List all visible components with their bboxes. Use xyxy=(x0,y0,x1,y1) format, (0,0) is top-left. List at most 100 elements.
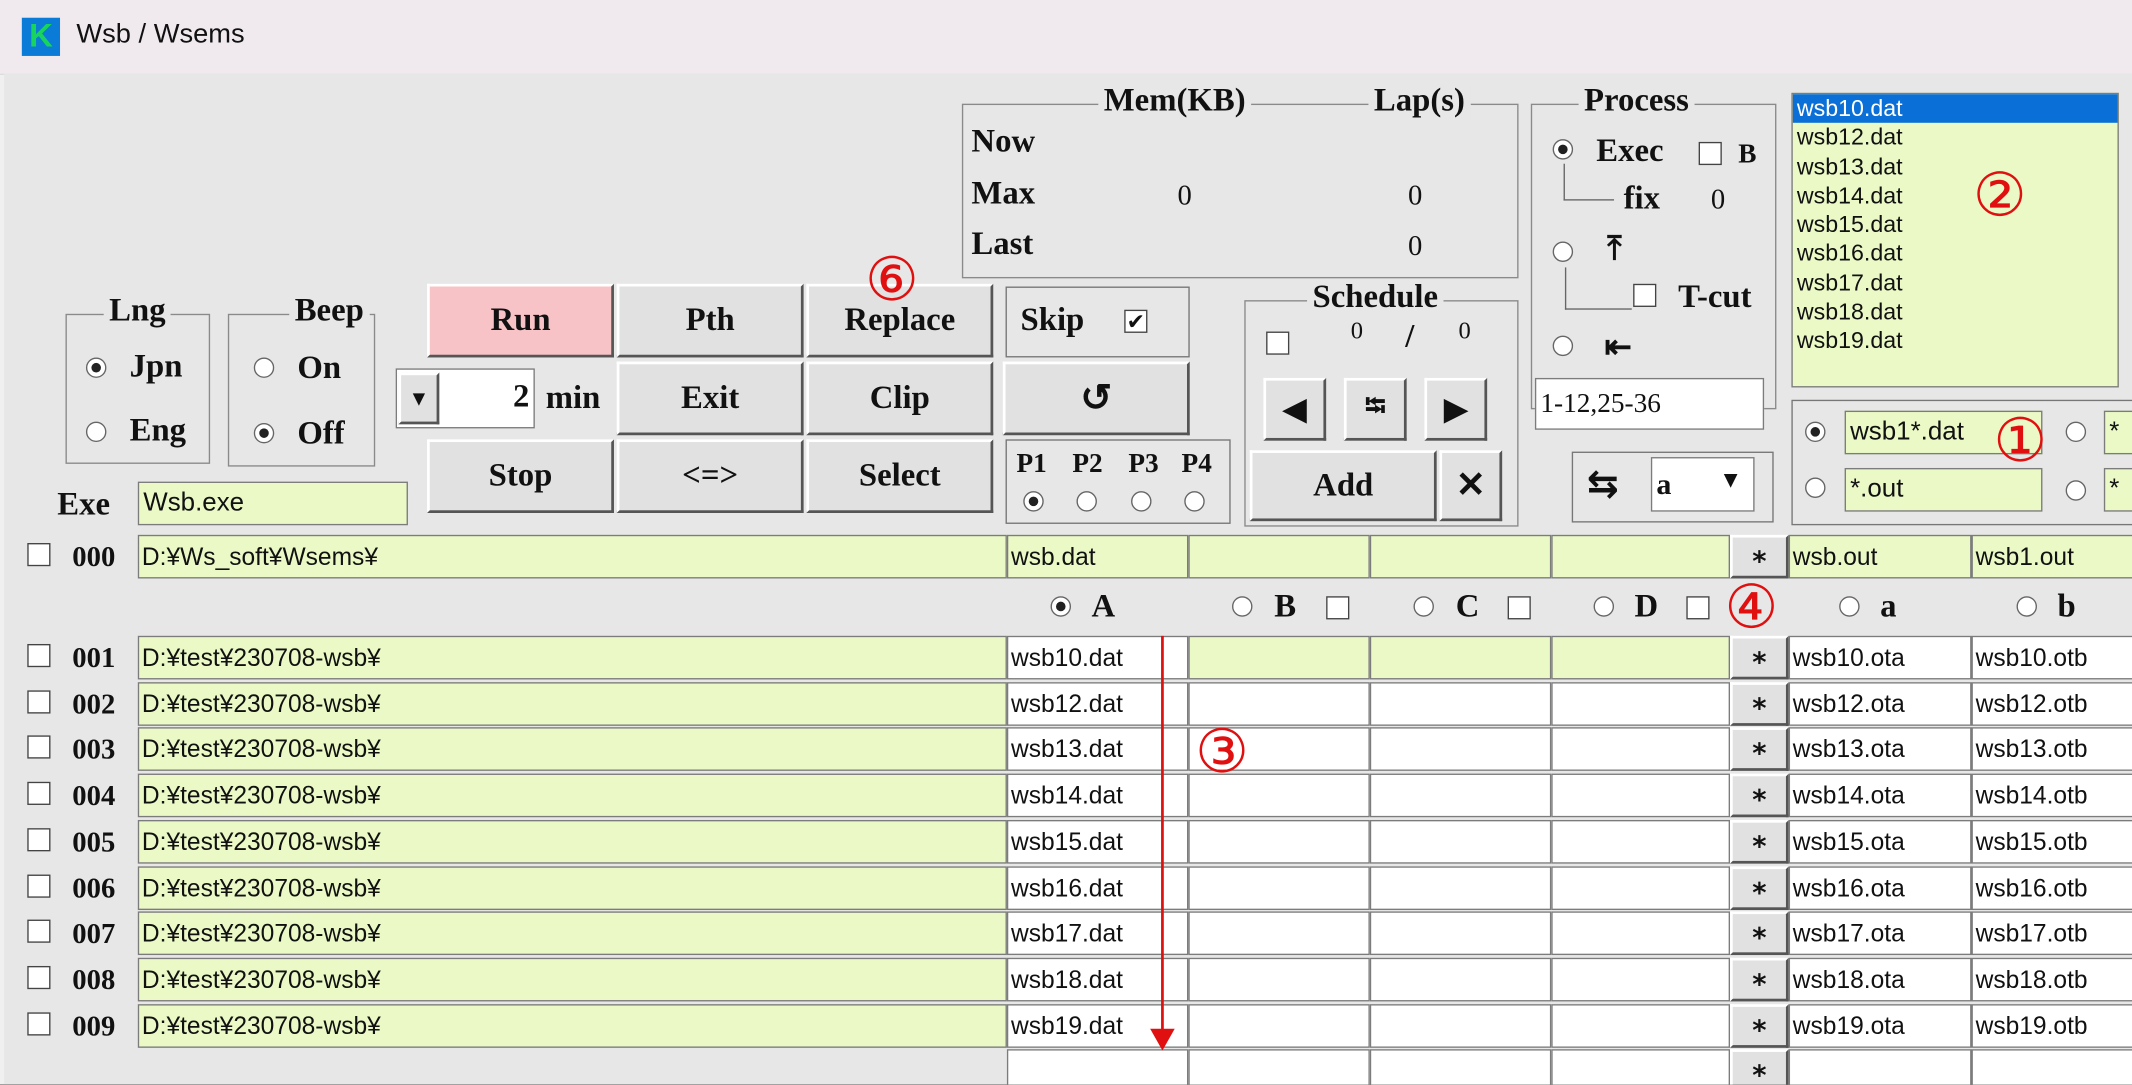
row-path[interactable]: D:¥test¥230708-wsb¥ xyxy=(137,773,1007,818)
clip-button[interactable]: Clip xyxy=(806,361,994,436)
row-otb[interactable]: wsb19.otb xyxy=(1971,1003,2132,1048)
row-checkbox[interactable] xyxy=(27,873,51,898)
row-path[interactable]: D:¥test¥230708-wsb¥ xyxy=(137,635,1007,680)
col-c-radio[interactable] xyxy=(1413,596,1434,617)
filter1b-radio[interactable] xyxy=(2065,421,2087,443)
row-ota[interactable]: wsb10.ota xyxy=(1788,635,1972,680)
empty-row-c[interactable] xyxy=(1369,1049,1552,1085)
row000-d[interactable] xyxy=(1551,534,1731,579)
row-checkbox[interactable] xyxy=(27,1011,51,1035)
row-col-d[interactable] xyxy=(1551,681,1731,726)
row000-b[interactable] xyxy=(1188,534,1370,579)
row-star-button[interactable]: * xyxy=(1730,727,1789,772)
select-button[interactable]: Select xyxy=(806,439,994,513)
refresh-button[interactable]: ↺ xyxy=(1002,361,1190,436)
row-col-d[interactable] xyxy=(1551,911,1731,956)
row-checkbox[interactable] xyxy=(27,643,51,668)
row000-star-button[interactable]: * xyxy=(1730,534,1789,579)
row-path[interactable]: D:¥test¥230708-wsb¥ xyxy=(137,865,1007,910)
col-a-radio[interactable] xyxy=(1050,596,1072,617)
file-list-item[interactable]: wsb18.dat xyxy=(1793,298,2118,327)
p1-radio[interactable] xyxy=(1023,491,1044,512)
row-col-d[interactable] xyxy=(1551,957,1731,1002)
row-col-b[interactable] xyxy=(1188,635,1370,680)
file-list-item[interactable]: wsb13.dat xyxy=(1793,152,2118,181)
row-col-d[interactable] xyxy=(1551,819,1731,864)
range-input[interactable]: 1-12,25-36 xyxy=(1534,377,1765,430)
swap-icon[interactable]: ⇆ xyxy=(1587,461,1619,506)
mode-select[interactable]: a xyxy=(1650,457,1755,512)
row-otb[interactable]: wsb13.otb xyxy=(1971,727,2132,772)
row-star-button[interactable]: * xyxy=(1730,911,1789,956)
row000-checkbox[interactable] xyxy=(27,543,51,567)
col-b-checkbox[interactable] xyxy=(1326,596,1350,620)
file-list-item[interactable]: wsb16.dat xyxy=(1793,239,2118,268)
row-col-c[interactable] xyxy=(1369,957,1552,1002)
row-col-d[interactable] xyxy=(1551,727,1731,772)
file-list-item[interactable]: wsb12.dat xyxy=(1793,123,2118,152)
row-otb[interactable]: wsb12.otb xyxy=(1971,681,2132,726)
top-radio[interactable] xyxy=(1552,241,1574,262)
b-checkbox[interactable] xyxy=(1698,141,1722,166)
mode-dropdown-icon[interactable]: ▾ xyxy=(1725,465,1737,494)
row-checkbox[interactable] xyxy=(27,919,51,944)
row-path[interactable]: D:¥test¥230708-wsb¥ xyxy=(137,957,1007,1002)
row-ota[interactable]: wsb15.ota xyxy=(1788,819,1972,864)
row-otb[interactable]: wsb15.otb xyxy=(1971,819,2132,864)
row-col-c[interactable] xyxy=(1369,865,1552,910)
file-list-item[interactable]: wsb10.dat xyxy=(1792,94,2118,124)
col-b-radio[interactable] xyxy=(1232,596,1253,617)
row-star-button[interactable]: * xyxy=(1730,681,1789,726)
row-col-c[interactable] xyxy=(1369,681,1552,726)
row-path[interactable]: D:¥test¥230708-wsb¥ xyxy=(137,1003,1007,1048)
exe-input[interactable]: Wsb.exe xyxy=(137,481,408,526)
row-checkbox[interactable] xyxy=(27,781,51,806)
row-ota[interactable]: wsb19.ota xyxy=(1788,1003,1972,1048)
exec-radio[interactable] xyxy=(1552,139,1574,160)
row-col-b[interactable] xyxy=(1188,957,1370,1002)
row-col-c[interactable] xyxy=(1369,727,1552,772)
row-star-button[interactable]: * xyxy=(1730,865,1789,910)
empty-row-d[interactable] xyxy=(1551,1049,1731,1085)
row-ota[interactable]: wsb12.ota xyxy=(1788,681,1972,726)
empty-row-star-button[interactable]: * xyxy=(1730,1049,1789,1085)
row-ota[interactable]: wsb16.ota xyxy=(1788,865,1972,910)
swap-button[interactable]: <=> xyxy=(616,439,804,513)
p4-radio[interactable] xyxy=(1184,491,1205,512)
skip-checkbox[interactable]: ✔ xyxy=(1124,309,1148,333)
empty-row-otb[interactable] xyxy=(1971,1049,2132,1085)
row-ota[interactable]: wsb18.ota xyxy=(1788,957,1972,1002)
filter2b-radio[interactable] xyxy=(2065,480,2087,501)
col-out-b-radio[interactable] xyxy=(2016,596,2037,617)
col-d-checkbox[interactable] xyxy=(1686,596,1710,620)
row-col-b[interactable] xyxy=(1188,1003,1370,1048)
filter1b-input[interactable]: * xyxy=(2103,410,2132,455)
file-list-item[interactable]: wsb15.dat xyxy=(1793,210,2118,239)
schedule-checkbox[interactable] xyxy=(1266,331,1290,355)
empty-row-b[interactable] xyxy=(1188,1049,1370,1085)
row-ota[interactable]: wsb13.ota xyxy=(1788,727,1972,772)
row-otb[interactable]: wsb10.otb xyxy=(1971,635,2132,680)
schedule-prev-button[interactable]: ◀ xyxy=(1263,377,1327,441)
row000-dat[interactable]: wsb.dat xyxy=(1006,534,1189,579)
file-list-item[interactable]: wsb17.dat xyxy=(1793,268,2118,297)
row-checkbox[interactable] xyxy=(27,689,51,714)
row000-path[interactable]: D:¥Ws_soft¥Wsems¥ xyxy=(137,534,1007,579)
row-col-b[interactable] xyxy=(1188,911,1370,956)
row-col-d[interactable] xyxy=(1551,865,1731,910)
row-star-button[interactable]: * xyxy=(1730,773,1789,818)
empty-row-ota[interactable] xyxy=(1788,1049,1972,1085)
p3-radio[interactable] xyxy=(1131,491,1152,512)
file-listbox[interactable]: wsb10.dat wsb12.dat wsb13.dat wsb14.dat … xyxy=(1791,92,2119,388)
row-checkbox[interactable] xyxy=(27,965,51,990)
minutes-dropdown-button[interactable]: ▾ xyxy=(398,372,440,425)
row-col-c[interactable] xyxy=(1369,1003,1552,1048)
row-col-c[interactable] xyxy=(1369,635,1552,680)
file-list-item[interactable]: wsb14.dat xyxy=(1793,181,2118,210)
row-checkbox[interactable] xyxy=(27,827,51,852)
pth-button[interactable]: Pth xyxy=(616,283,804,358)
row-star-button[interactable]: * xyxy=(1730,957,1789,1002)
file-list-item[interactable]: wsb19.dat xyxy=(1793,327,2118,356)
row-col-d[interactable] xyxy=(1551,635,1731,680)
filter2b-input[interactable]: * xyxy=(2103,467,2132,512)
